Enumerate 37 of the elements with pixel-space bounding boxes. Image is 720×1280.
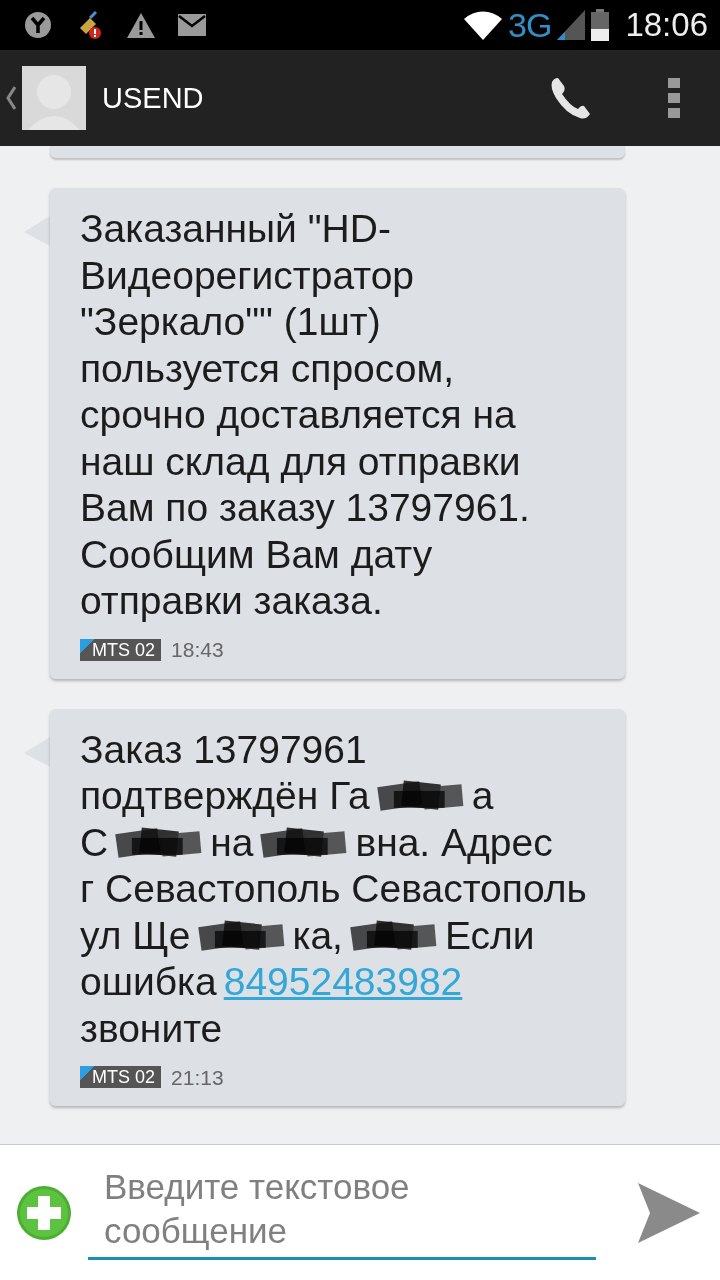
message-text: ка, — [292, 912, 343, 959]
message-text: г Севастополь Севастополь — [80, 866, 587, 912]
phone-link[interactable]: 84952483982 — [223, 959, 463, 1006]
y-circle-icon — [24, 11, 52, 39]
signal-icon — [557, 10, 586, 40]
more-icon — [668, 78, 680, 118]
send-button[interactable] — [638, 1182, 700, 1243]
sim-badge: MTS 02 — [80, 1066, 162, 1088]
warning-icon — [126, 11, 156, 39]
message-text: а — [471, 773, 494, 819]
message-text: звоните — [80, 1005, 223, 1052]
clock: 18:06 — [625, 6, 708, 44]
wifi-icon — [464, 10, 503, 40]
message-text: на — [210, 819, 254, 866]
battery-icon — [591, 9, 610, 41]
send-icon — [638, 1182, 700, 1243]
envelope-icon — [178, 14, 206, 36]
message-text: подтверждён Га — [80, 773, 370, 819]
message-time: 21:13 — [171, 1066, 224, 1088]
overflow-menu-button[interactable] — [668, 78, 680, 118]
message-field[interactable]: Введите текстовое сообщение — [88, 1165, 596, 1260]
message-text: Заказ 13797961 — [80, 726, 367, 773]
avatar-icon — [22, 66, 86, 130]
plus-icon — [16, 1184, 72, 1241]
network-type: 3G — [508, 5, 552, 45]
back-button[interactable] — [6, 66, 86, 130]
message-text: ошибка — [80, 959, 217, 1005]
message-text: С — [80, 819, 109, 866]
message-text: вна. Адрес — [355, 819, 553, 866]
back-chevron-icon — [6, 86, 16, 110]
message-text: Заказанный "HD-Видеорегистратор "Зеркало"" (1шт) пользуется спросом, срочно доставляется на наш склад для отправки Вам по заказу 13797961. Сообщим Вам дату отправки заказа. — [80, 206, 531, 624]
sim-badge: MTS 02 — [80, 638, 162, 661]
attach-button[interactable] — [16, 1184, 72, 1241]
contact-name: USEND — [102, 81, 205, 115]
message-text: ул Ще — [80, 912, 191, 959]
message-time: 18:43 — [171, 639, 224, 660]
message-text: Если — [444, 912, 535, 959]
